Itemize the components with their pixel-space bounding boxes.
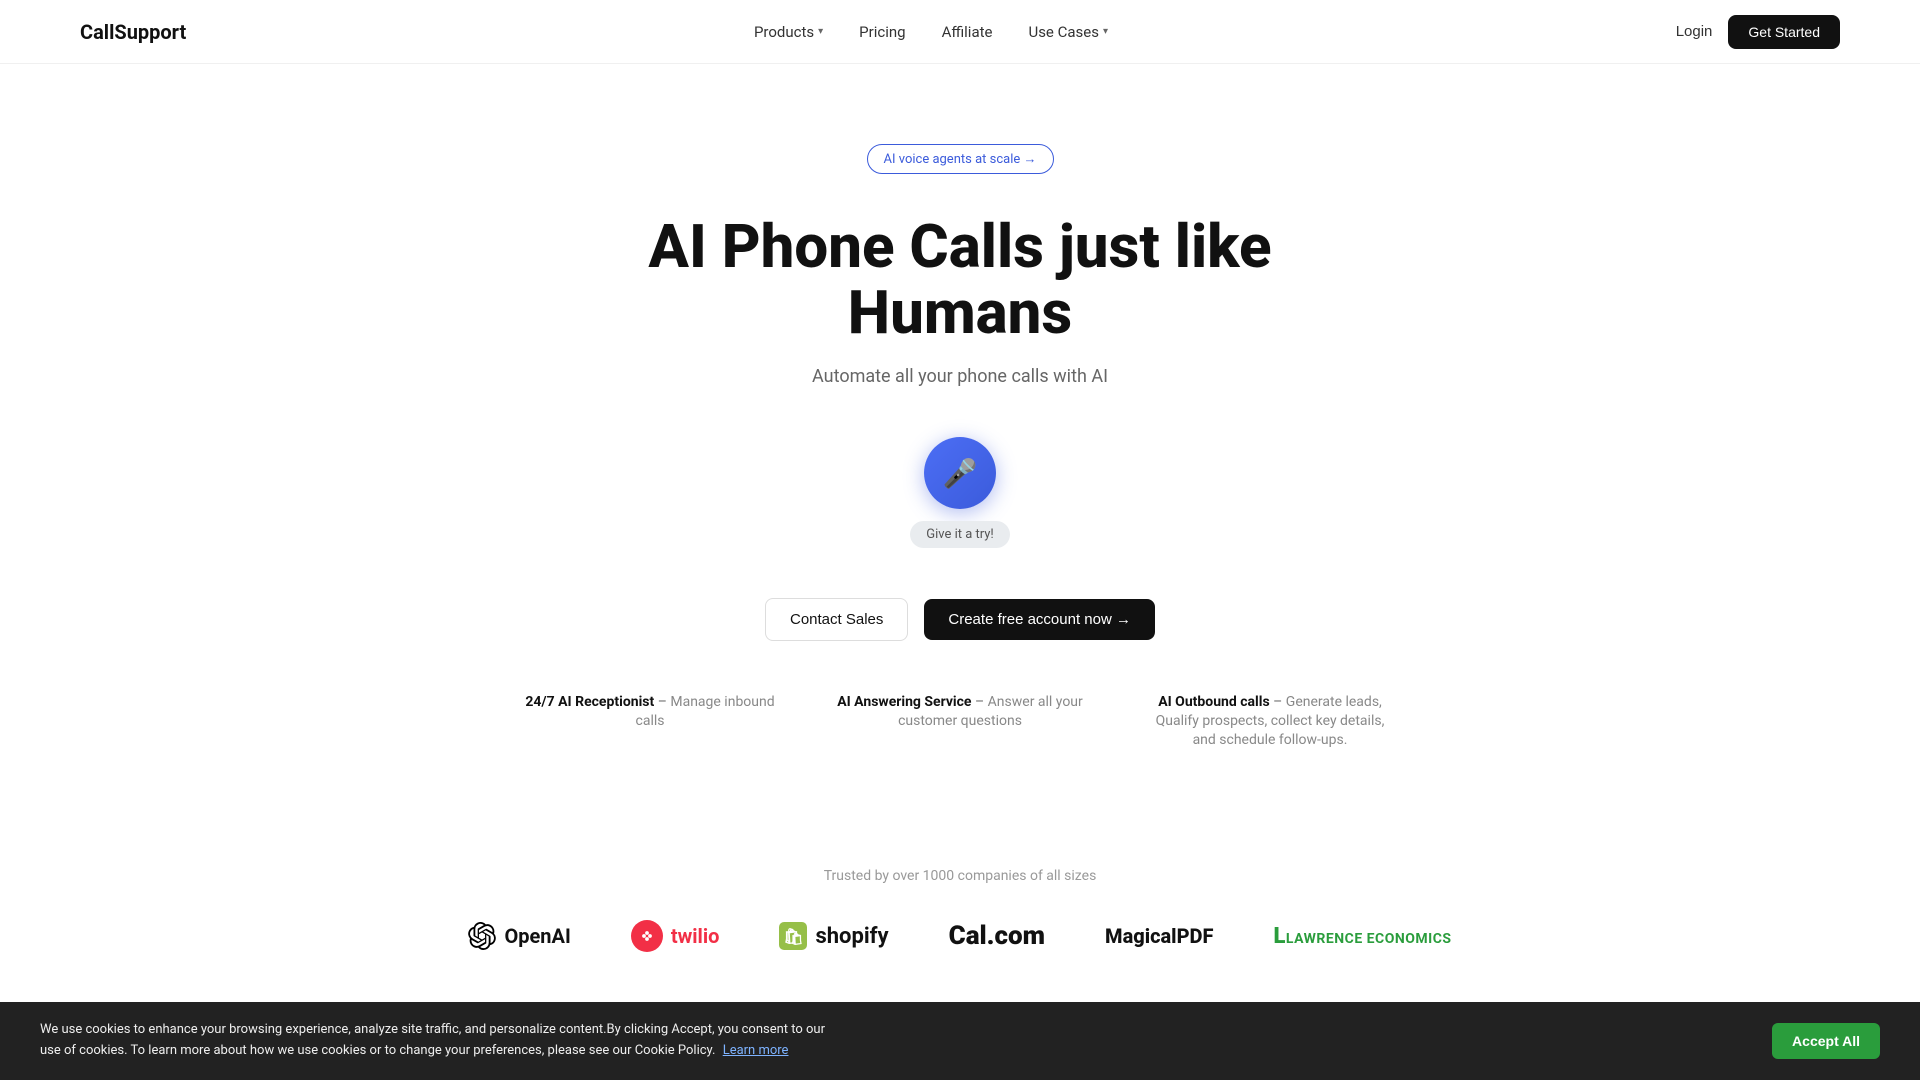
get-started-button[interactable]: Get Started	[1728, 15, 1840, 49]
logo-twilio: twilio	[631, 920, 720, 952]
accept-all-button[interactable]: Accept All	[1772, 1023, 1880, 1059]
mic-button[interactable]: 🎤	[924, 437, 996, 509]
feature-title: AI Answering Service – Answer all your c…	[837, 694, 1083, 729]
cta-row: Contact Sales Create free account now →	[765, 598, 1155, 641]
cookie-text: We use cookies to enhance your browsing …	[40, 1020, 840, 1062]
logos-row: OpenAI twilio 🛍 shopify Cal.com	[80, 920, 1840, 952]
calcom-label: Cal.com	[949, 921, 1045, 951]
microphone-icon: 🎤	[943, 457, 978, 490]
twilio-label: twilio	[671, 924, 720, 948]
brand-logo[interactable]: CallSupport	[80, 20, 186, 44]
feature-outbound: AI Outbound calls – Generate leads, Qual…	[1145, 691, 1395, 748]
shopify-label: shopify	[815, 924, 888, 949]
logo-magicalpdf: MagicalPDF	[1105, 924, 1213, 948]
lawrence-label: LLAWRENCE ECONOMICS	[1273, 924, 1451, 949]
cookie-banner: We use cookies to enhance your browsing …	[0, 1002, 1920, 1080]
trusted-section: Trusted by over 1000 companies of all si…	[0, 868, 1920, 1012]
hero-badge[interactable]: AI voice agents at scale →	[867, 144, 1054, 174]
nav-actions: Login Get Started	[1676, 15, 1840, 49]
mic-container: 🎤 Give it a try!	[910, 437, 1010, 548]
nav-item-affiliate[interactable]: Affiliate	[942, 23, 993, 41]
nav-item-products[interactable]: Products ▾	[754, 23, 823, 41]
hero-section: AI voice agents at scale → AI Phone Call…	[0, 64, 1920, 868]
openai-label: OpenAI	[504, 924, 570, 948]
mic-label: Give it a try!	[910, 521, 1010, 548]
chevron-down-icon: ▾	[818, 26, 823, 37]
contact-sales-button[interactable]: Contact Sales	[765, 598, 908, 641]
logo-lawrence: LLAWRENCE ECONOMICS	[1273, 924, 1451, 949]
features-row: 24/7 AI Receptionist – Manage inbound ca…	[525, 691, 1395, 748]
feature-title: 24/7 AI Receptionist – Manage inbound ca…	[525, 694, 774, 729]
nav-item-pricing[interactable]: Pricing	[859, 23, 905, 41]
hero-title: AI Phone Calls just like Humans	[560, 214, 1360, 346]
openai-icon	[468, 922, 496, 950]
hero-subtitle: Automate all your phone calls with AI	[812, 366, 1108, 387]
badge-label: AI voice agents at scale →	[884, 151, 1037, 167]
chevron-down-icon: ▾	[1103, 26, 1108, 37]
trusted-label: Trusted by over 1000 companies of all si…	[80, 868, 1840, 884]
login-button[interactable]: Login	[1676, 23, 1713, 40]
create-account-button[interactable]: Create free account now →	[924, 599, 1155, 640]
twilio-icon	[631, 920, 663, 952]
magicalpdf-label: MagicalPDF	[1105, 924, 1213, 948]
cookie-learn-more-link[interactable]: Learn more	[723, 1043, 789, 1058]
logo-calcom: Cal.com	[949, 921, 1045, 951]
feature-title: AI Outbound calls – Generate leads, Qual…	[1156, 694, 1385, 748]
nav-item-use-cases[interactable]: Use Cases ▾	[1028, 23, 1108, 41]
feature-answering: AI Answering Service – Answer all your c…	[835, 691, 1085, 729]
feature-receptionist: 24/7 AI Receptionist – Manage inbound ca…	[525, 691, 775, 729]
logo-openai: OpenAI	[468, 922, 570, 950]
navbar: CallSupport Products ▾ Pricing Affiliate…	[0, 0, 1920, 64]
logo-shopify: 🛍 shopify	[779, 922, 888, 950]
shopify-icon: 🛍	[779, 922, 807, 950]
nav-links: Products ▾ Pricing Affiliate Use Cases ▾	[754, 23, 1108, 41]
